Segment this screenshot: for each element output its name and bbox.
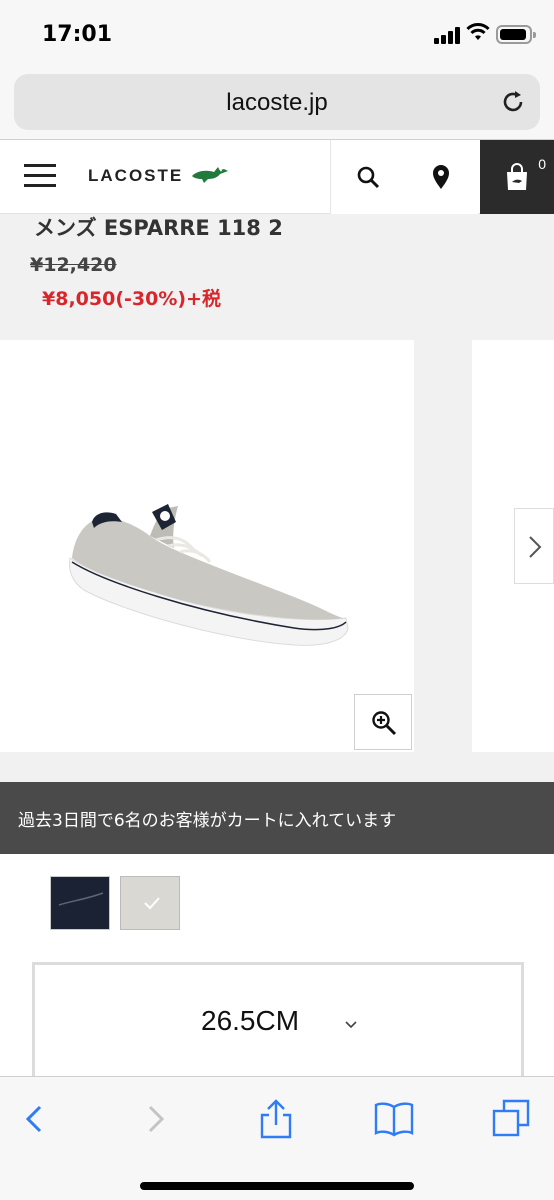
back-icon bbox=[25, 1105, 42, 1133]
cart-button[interactable]: 0 bbox=[480, 140, 554, 214]
location-pin-icon bbox=[433, 165, 449, 189]
chevron-right-icon bbox=[529, 536, 542, 558]
reload-icon[interactable] bbox=[500, 89, 526, 115]
battery-icon bbox=[496, 25, 536, 44]
zoom-in-icon bbox=[372, 711, 397, 736]
selected-check-icon bbox=[144, 897, 160, 910]
home-indicator bbox=[140, 1182, 414, 1190]
share-icon bbox=[260, 1099, 292, 1139]
color-swatch-navy[interactable] bbox=[50, 876, 110, 930]
tabs-button[interactable] bbox=[492, 1099, 532, 1139]
chevron-down-icon bbox=[345, 1021, 357, 1029]
wifi-icon bbox=[466, 23, 490, 40]
zoom-button[interactable] bbox=[354, 694, 412, 750]
cart-count: 0 bbox=[538, 156, 546, 172]
search-icon bbox=[357, 166, 379, 189]
share-button[interactable] bbox=[256, 1099, 296, 1139]
menu-icon[interactable] bbox=[24, 164, 56, 188]
color-swatch-grey[interactable] bbox=[120, 876, 180, 930]
product-title: メンズ ESPARRE 118 2 bbox=[34, 216, 283, 240]
bookmarks-button[interactable] bbox=[374, 1099, 414, 1139]
browser-address-area: lacoste.jp bbox=[0, 66, 554, 140]
gallery-next-button[interactable] bbox=[514, 508, 554, 584]
forward-button[interactable] bbox=[138, 1099, 178, 1139]
sale-price: ¥8,050(-30%)+税 bbox=[42, 288, 221, 310]
crocodile-logo-icon bbox=[192, 167, 228, 183]
status-bar: 17:01 bbox=[0, 0, 554, 66]
cart-activity-text: 過去3日間で6名のお客様がカートに入れています bbox=[18, 811, 397, 831]
shopping-bag-icon bbox=[507, 163, 527, 190]
address-bar[interactable]: lacoste.jp bbox=[14, 74, 540, 130]
tabs-icon bbox=[492, 1099, 530, 1137]
original-price: ¥12,420 bbox=[30, 254, 117, 276]
search-button[interactable] bbox=[330, 140, 404, 214]
bookmarks-icon bbox=[374, 1102, 414, 1137]
cart-activity-banner: 過去3日間で6名のお客様がカートに入れています bbox=[0, 782, 554, 854]
brand-logo-text[interactable]: LACOSTE bbox=[88, 166, 183, 186]
url-text: lacoste.jp bbox=[226, 89, 328, 116]
forward-icon bbox=[148, 1105, 165, 1133]
back-button[interactable] bbox=[20, 1099, 60, 1139]
product-image-shoe bbox=[69, 504, 349, 646]
store-locator-button[interactable] bbox=[404, 140, 478, 214]
status-time: 17:01 bbox=[42, 22, 113, 47]
site-header: LACOSTE 0 bbox=[0, 140, 554, 214]
size-selector[interactable]: 26.5CM bbox=[32, 962, 524, 1082]
cellular-signal-icon bbox=[434, 26, 462, 44]
selected-size: 26.5CM bbox=[201, 1005, 300, 1036]
